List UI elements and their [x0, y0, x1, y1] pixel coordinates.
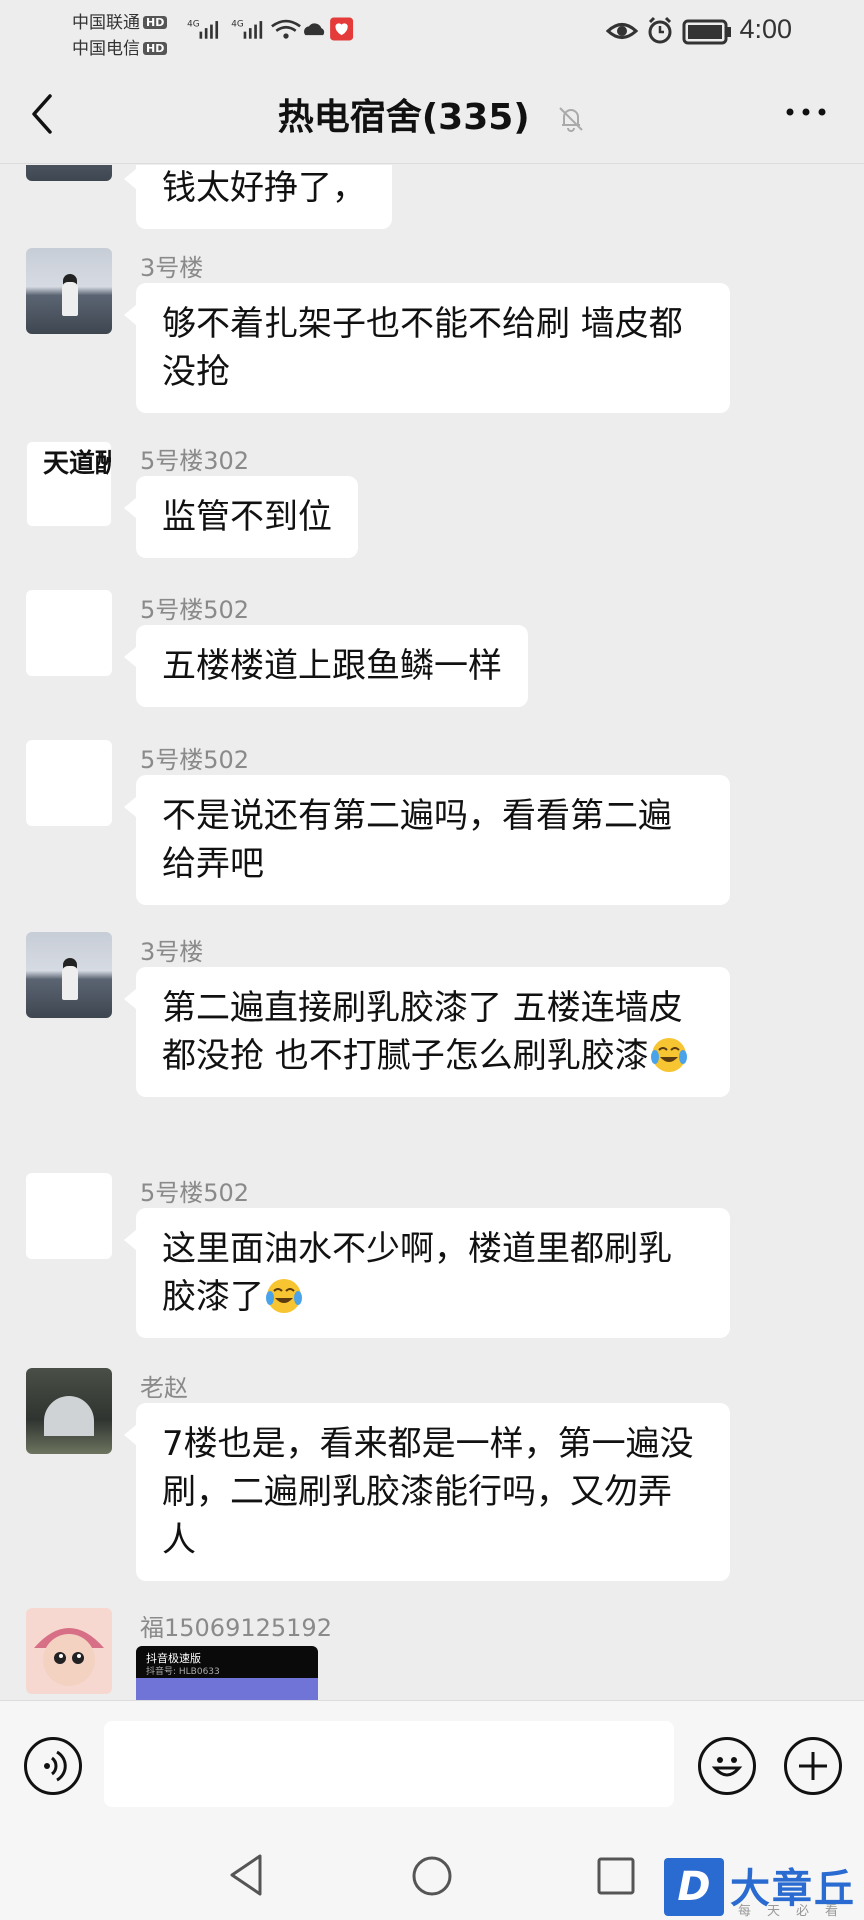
message-bubble[interactable]: 不是说还有第二遍吗，看看第二遍给弄吧 — [124, 775, 730, 905]
message-text: 这里面油水不少啊，楼道里都刷乳胶漆了 — [162, 1229, 672, 1317]
svg-text:天道酬勤: 天道酬勤 — [43, 448, 112, 479]
avatar[interactable] — [26, 1608, 112, 1694]
message-bubble[interactable]: 五楼楼道上跟鱼鳞一样 — [124, 625, 528, 707]
sender-name: 5号楼502 — [140, 596, 250, 624]
input-bar — [0, 1700, 864, 1830]
calligraphy-avatar-icon: 天道酬勤 — [43, 448, 112, 479]
message-input[interactable] — [104, 1721, 674, 1807]
emoji-button[interactable] — [698, 1737, 756, 1795]
nav-home-icon[interactable] — [410, 1854, 454, 1898]
chat-header: 热电宿舍(335) — [0, 64, 864, 164]
video-subtitle: 抖音号: HLB0633 — [146, 1667, 220, 1677]
group-name: 热电宿舍(335) — [277, 97, 530, 138]
sender-name: 3号楼 — [140, 938, 204, 966]
watermark-tagline: 每天必看 — [738, 1904, 855, 1919]
voice-icon — [44, 1750, 67, 1782]
message-bubble[interactable]: 够不着扎架子也不能不给刷 墙皮都没抢 — [124, 283, 730, 413]
avatar[interactable] — [26, 740, 112, 826]
status-right-icons — [606, 16, 731, 45]
svg-text:4G: 4G — [231, 19, 244, 29]
plus-icon — [799, 1752, 827, 1780]
plus-button[interactable] — [784, 1737, 842, 1795]
clock: 4:00 — [739, 14, 792, 44]
avatar[interactable] — [26, 1173, 112, 1259]
crying-laugh-emoji-icon — [266, 1279, 302, 1313]
nav-recent-icon[interactable] — [596, 1856, 636, 1896]
sender-name: 老赵 — [140, 1374, 188, 1402]
sender-name: 3号楼 — [140, 254, 204, 282]
sender-name: 福15069125192 — [140, 1614, 332, 1642]
crying-laugh-emoji-icon — [650, 1038, 687, 1072]
video-thumbnail[interactable]: 抖音极速版 抖音号: HLB0633 — [136, 1646, 318, 1700]
baby-avatar-icon — [34, 1628, 104, 1686]
message-bubble[interactable]: 第二遍直接刷乳胶漆了 五楼连墙皮都没抢 也不打腻子怎么刷乳胶漆 — [124, 967, 730, 1097]
carrier-1: 中国联通 HD — [72, 8, 168, 33]
message-bubble[interactable]: 7楼也是，看来都是一样，第一遍没刷，二遍刷乳胶漆能行吗，又勿弄人 — [124, 1403, 730, 1581]
sender-name: 5号楼502 — [140, 1179, 250, 1207]
avatar[interactable] — [26, 248, 112, 334]
chat-title: 热电宿舍(335) — [0, 88, 864, 140]
message-list[interactable]: 钱太好挣了， 3号楼 够不着扎架子也不能不给刷 墙皮都没抢 天道酬勤 5号楼30… — [0, 165, 864, 1700]
voice-button[interactable] — [24, 1737, 82, 1795]
avatar[interactable] — [26, 165, 112, 181]
message-bubble[interactable]: 这里面油水不少啊，楼道里都刷乳胶漆了 — [124, 1208, 730, 1338]
status-bar: 中国联通 HD 中国电信 HD 4G 4G 4:00 — [0, 0, 864, 64]
nav-back-icon[interactable] — [226, 1852, 266, 1898]
sender-name: 5号楼302 — [140, 447, 250, 475]
message-text: 第二遍直接刷乳胶漆了 五楼连墙皮都没抢 也不打腻子怎么刷乳胶漆 — [162, 988, 683, 1076]
avatar[interactable] — [26, 932, 112, 1018]
message-bubble[interactable]: 监管不到位 — [124, 476, 358, 558]
more-dots-icon[interactable] — [784, 100, 828, 124]
avatar[interactable] — [26, 1368, 112, 1454]
avatar[interactable] — [26, 590, 112, 676]
avatar[interactable]: 天道酬勤 — [26, 441, 112, 527]
message-bubble[interactable]: 钱太好挣了， — [124, 165, 392, 229]
carrier-2: 中国电信 HD — [72, 34, 168, 59]
svg-text:4G: 4G — [187, 19, 200, 29]
smiley-icon — [711, 1757, 743, 1777]
sender-name: 5号楼502 — [140, 746, 250, 774]
signal-icons: 4G 4G — [187, 17, 354, 41]
watermark: D 大章丘 每天必看 — [664, 1858, 864, 1920]
watermark-logo: D — [664, 1858, 724, 1916]
bell-off-icon — [559, 107, 584, 132]
